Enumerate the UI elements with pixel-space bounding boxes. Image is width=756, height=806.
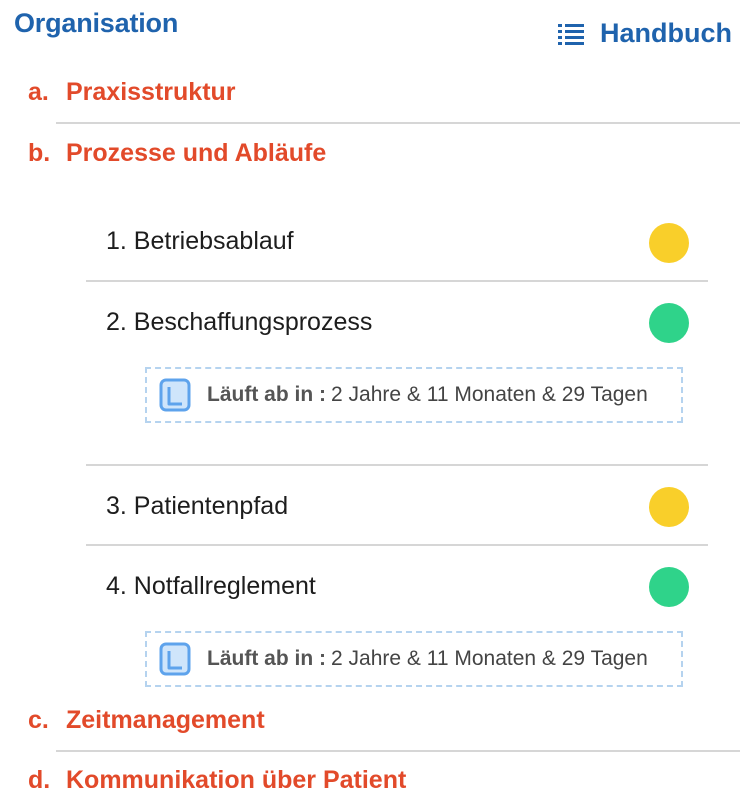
divider — [56, 122, 740, 124]
section-letter: a. — [28, 78, 49, 106]
section-kommunikation-ueber-patient[interactable]: d. Kommunikation über Patient — [28, 766, 406, 795]
handbook-link[interactable]: Handbuch — [558, 18, 732, 49]
handbook-label: Handbuch — [600, 18, 732, 48]
status-indicator-green — [649, 567, 689, 607]
divider — [86, 544, 708, 546]
section-zeitmanagement[interactable]: c. Zeitmanagement — [28, 706, 265, 735]
section-praxisstruktur[interactable]: a. Praxisstruktur — [28, 78, 236, 107]
page-title: Organisation — [14, 8, 179, 38]
section-label: Zeitmanagement — [66, 706, 265, 734]
divider — [86, 464, 708, 466]
section-label: Kommunikation über Patient — [66, 766, 407, 794]
expiry-value: 2 Jahre & 11 Monaten & 29 Tagen — [331, 383, 648, 406]
section-letter: c. — [28, 706, 49, 734]
section-letter: d. — [28, 766, 51, 794]
divider — [56, 750, 740, 752]
expiry-box: Läuft ab in : 2 Jahre & 11 Monaten & 29 … — [145, 367, 683, 423]
list-icon — [558, 23, 584, 45]
section-letter: b. — [28, 139, 51, 167]
status-indicator-yellow — [649, 487, 689, 527]
status-indicator-yellow — [649, 223, 689, 263]
expiry-box: Läuft ab in : 2 Jahre & 11 Monaten & 29 … — [145, 631, 683, 687]
calendar-icon — [159, 378, 191, 412]
expiry-label: Läuft ab in : — [207, 383, 326, 406]
expiry-label: Läuft ab in : — [207, 647, 326, 670]
expiry-value: 2 Jahre & 11 Monaten & 29 Tagen — [331, 647, 648, 670]
calendar-icon — [159, 642, 191, 676]
process-item-beschaffungsprozess[interactable]: 2. Beschaffungsprozess — [106, 308, 372, 337]
section-label: Praxisstruktur — [66, 78, 236, 106]
status-indicator-green — [649, 303, 689, 343]
process-item-notfallreglement[interactable]: 4. Notfallreglement — [106, 572, 316, 601]
process-item-patientenpfad[interactable]: 3. Patientenpfad — [106, 492, 288, 521]
divider — [86, 280, 708, 282]
process-item-betriebsablauf[interactable]: 1. Betriebsablauf — [106, 227, 294, 256]
section-label: Prozesse und Abläufe — [66, 139, 327, 167]
section-prozesse-und-ablaeufe[interactable]: b. Prozesse und Abläufe — [28, 139, 326, 168]
